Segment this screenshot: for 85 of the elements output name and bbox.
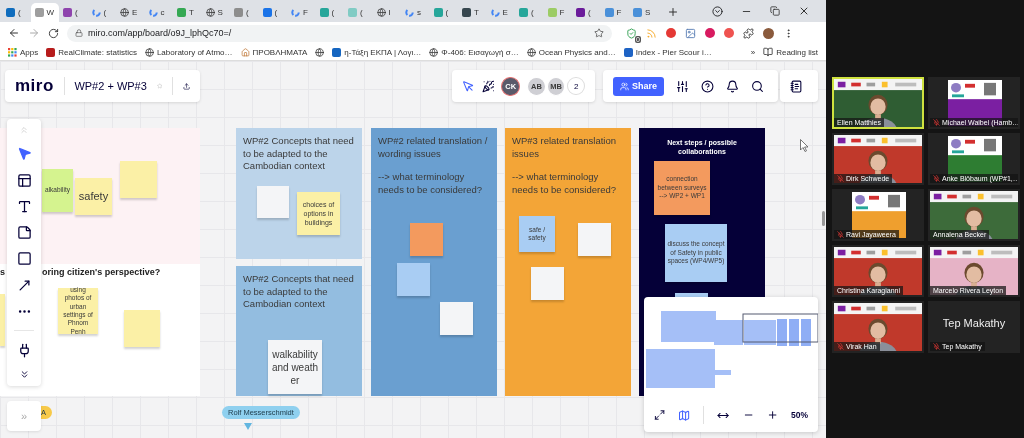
help-icon[interactable] (701, 79, 714, 93)
browser-tab[interactable]: ( (572, 3, 601, 22)
bookmark-link[interactable]: η-Τάξη ΕΚΠΑ | Λογι… (344, 47, 422, 57)
browser-tab[interactable]: ( (258, 3, 287, 22)
participant-display-name: Tep Makathy (941, 317, 1007, 329)
cursor-pointer-icon (244, 423, 252, 430)
browser-tab[interactable]: c (144, 3, 173, 22)
shield-icon[interactable] (626, 27, 637, 39)
browser-tab[interactable]: T (458, 3, 487, 22)
back-icon[interactable] (8, 27, 20, 39)
bookmark-star-icon[interactable] (594, 28, 604, 38)
reading-list-icon[interactable] (763, 47, 774, 57)
frame-title: WP#2 Concepts that need to be adapted to the Cambodian context (242, 272, 355, 311)
sticky-note[interactable]: walkability and weather (268, 340, 322, 394)
lock-icon (75, 29, 83, 37)
frame-title: WP#2 related translation / wording issues (377, 134, 489, 161)
profile-avatar[interactable] (763, 27, 774, 39)
browser-tab[interactable]: I (372, 3, 401, 22)
browser-tab[interactable]: E (486, 3, 515, 22)
new-tab-icon[interactable] (666, 6, 679, 18)
zoom-level[interactable]: 50% (791, 410, 808, 420)
frame-subtitle: --> what terminology needs to be considered? (511, 170, 618, 197)
bookmark-link[interactable]: RealClimate: statistics (58, 47, 137, 57)
fullscreen-icon[interactable] (654, 409, 666, 421)
bookmark-link[interactable]: Laboratory of Atmo… (156, 47, 233, 57)
bookmark-link[interactable]: Apps (20, 47, 39, 57)
square-icon[interactable] (16, 251, 32, 267)
users-icon (620, 81, 629, 91)
browser-tab[interactable]: E (116, 3, 145, 22)
browser-tab[interactable]: ( (429, 3, 458, 22)
browser-tab[interactable]: F (600, 3, 629, 22)
zoom-in-icon[interactable] (766, 409, 778, 421)
frame-subtitle: --> what terminology needs to be considered? (377, 170, 484, 197)
browser-tab[interactable]: ( (2, 3, 31, 22)
scrollbar-thumb[interactable] (822, 211, 825, 226)
settings-icon[interactable] (676, 79, 689, 93)
frame-title: WP#3 related translation issues (511, 134, 618, 161)
close-icon[interactable] (798, 5, 810, 17)
cursor-icon[interactable] (462, 79, 475, 93)
frame-icon[interactable] (16, 172, 32, 188)
browser-tab[interactable]: s (401, 3, 430, 22)
browser-tab[interactable]: S (201, 3, 230, 22)
bookmark-link[interactable]: Index - Pier Scour i… (635, 47, 712, 57)
more-bookmarks[interactable]: » (750, 47, 756, 57)
browser-tab[interactable]: ( (344, 3, 373, 22)
bookmark-link[interactable]: ΠΡΟΒΛΗΜΑΤΑ (252, 47, 308, 57)
sticky-note-icon[interactable] (16, 225, 32, 241)
puzzle-icon[interactable] (743, 27, 754, 39)
frame-heading: oring citizen's perspective? (42, 267, 161, 277)
browser-tab[interactable]: F (287, 3, 316, 22)
image-icon[interactable] (685, 27, 696, 39)
board-title[interactable]: WP#2 + WP#3 (74, 80, 147, 92)
pointer-icon[interactable] (16, 146, 32, 162)
browser-tab[interactable]: T (173, 3, 202, 22)
browser-tab[interactable]: ( (87, 3, 116, 22)
browser-tab[interactable]: ( (515, 3, 544, 22)
browser-tab[interactable]: ( (315, 3, 344, 22)
notes-icon[interactable] (790, 79, 803, 93)
user-count[interactable]: 2 (567, 77, 585, 95)
browser-tab[interactable]: ( (230, 3, 259, 22)
star-icon[interactable] (156, 81, 163, 91)
browser-tab[interactable]: ( (59, 3, 88, 22)
browser-tab[interactable]: W (30, 3, 59, 22)
bookmark-link[interactable]: Φ-406: Εισαγωγή σ… (441, 47, 519, 57)
miro-logo[interactable]: miro (15, 76, 54, 96)
text-icon[interactable] (16, 198, 32, 214)
mouse-cursor-icon (800, 139, 809, 152)
sticky-note[interactable]: safety (75, 178, 112, 215)
frame-heading: s (0, 267, 5, 277)
reload-icon[interactable] (48, 27, 59, 39)
share-button[interactable]: Share (613, 76, 664, 96)
search-icon[interactable] (751, 79, 764, 93)
extension-icon[interactable] (666, 28, 676, 38)
bell-icon[interactable] (726, 79, 739, 93)
restore-icon[interactable] (770, 6, 780, 16)
reading-list-link[interactable]: Reading list (776, 47, 818, 57)
browser-tab[interactable]: F (543, 3, 572, 22)
tab-search-icon[interactable] (712, 5, 723, 17)
confetti-icon[interactable] (481, 79, 495, 93)
browser-tab[interactable]: S (629, 3, 658, 22)
map-icon[interactable] (678, 408, 691, 422)
board-canvas[interactable] (0, 61, 826, 438)
address-bar[interactable]: miro.com/app/board/o9J_lphQc70=/ (67, 24, 612, 42)
bookmark-link[interactable]: Ocean Physics and… (538, 47, 616, 57)
frame-title: WP#2 Concepts that need to be adapted to the Cambodian context (242, 134, 355, 173)
